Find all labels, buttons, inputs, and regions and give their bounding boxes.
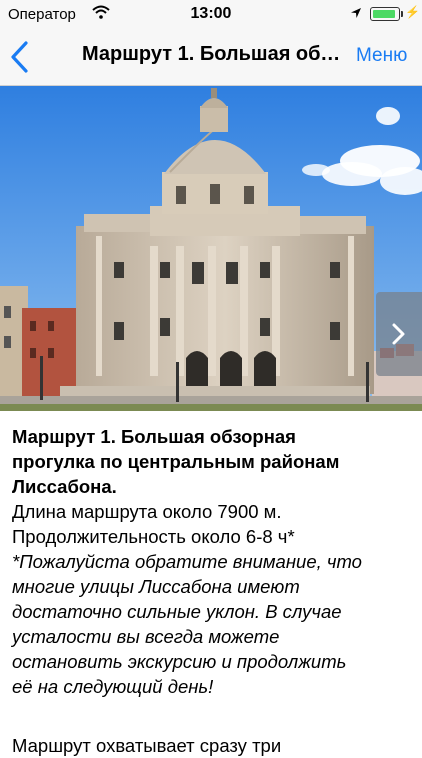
charging-icon: ⚡: [405, 5, 420, 19]
route-note-line: *Пожалуйста обратите внимание, что: [12, 551, 362, 572]
navigation-bar: Маршрут 1. Большая обзорная прогулка по …: [0, 30, 422, 86]
route-photo[interactable]: [0, 86, 422, 411]
route-heading-line: Лиссабона.: [12, 476, 117, 497]
battery-icon: [370, 7, 400, 21]
page-title: Маршрут 1. Большая обзорная прогулка по …: [82, 43, 344, 65]
route-duration: Продолжительность около 6-8 ч*: [12, 526, 295, 547]
menu-button[interactable]: Меню: [356, 45, 407, 67]
route-note-line: достаточно сильные уклон. В случае: [12, 601, 342, 622]
chevron-left-icon[interactable]: [8, 40, 32, 74]
route-note-line: усталости вы всегда можете: [12, 626, 280, 647]
status-bar: Оператор 13:00 ⚡: [0, 0, 422, 30]
route-text-continued: Маршрут охватывает сразу три: [12, 735, 282, 756]
route-note-line: многие улицы Лиссабона имеют: [12, 576, 300, 597]
pantheon-image: [0, 86, 422, 411]
next-photo-button[interactable]: [376, 292, 422, 376]
route-heading-line: Маршрут 1. Большая обзорная: [12, 426, 296, 447]
route-length: Длина маршрута около 7900 м.: [12, 501, 282, 522]
route-note-line: остановить экскурсию и продолжить: [12, 651, 347, 672]
route-note-line: её на следующий день!: [12, 676, 214, 697]
battery-tip: [401, 11, 403, 17]
route-heading-line: прогулка по центральным районам: [12, 451, 340, 472]
route-description: Маршрут 1. Большая обзорная прогулка по …: [12, 424, 417, 699]
chevron-right-icon: [392, 323, 405, 345]
location-arrow-icon: [351, 8, 361, 18]
